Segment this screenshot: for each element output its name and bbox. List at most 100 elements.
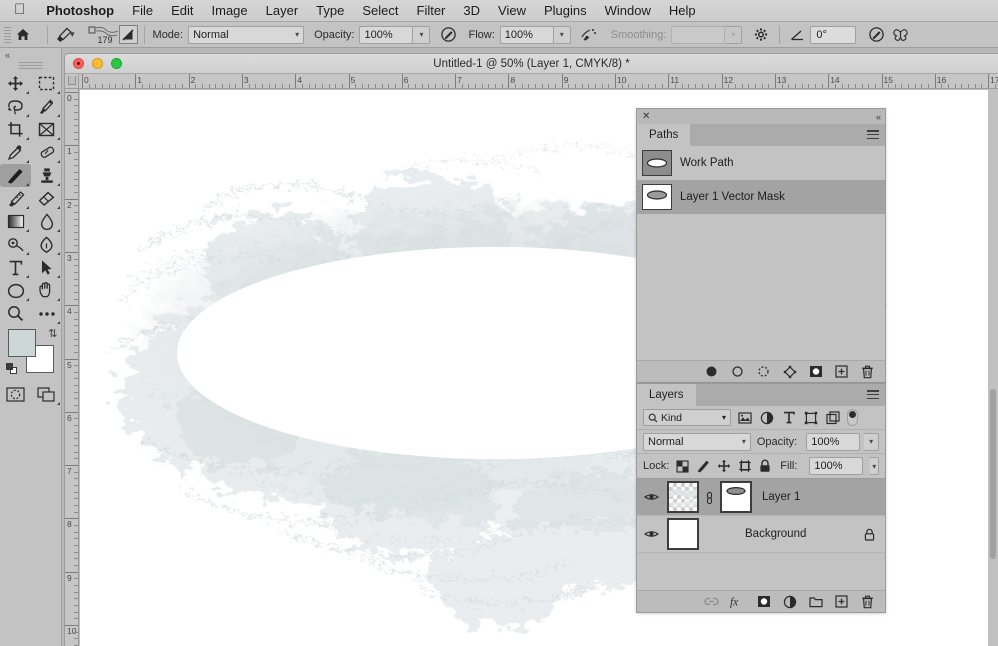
menu-item-file[interactable]: File <box>123 0 162 22</box>
layer-fill-field[interactable]: 100% <box>809 457 864 475</box>
frame-tool[interactable] <box>31 118 62 141</box>
make-work-path-from-selection-button[interactable] <box>782 364 797 379</box>
screen-mode-icon[interactable] <box>31 383 62 406</box>
menu-item-type[interactable]: Type <box>307 0 353 22</box>
smoothing-stepper[interactable]: ▾ <box>725 25 743 44</box>
ellipse-shape-tool[interactable] <box>0 279 31 302</box>
new-layer-button[interactable] <box>834 594 849 609</box>
path-row-layer-1-vector-mask[interactable]: Layer 1 Vector Mask <box>637 180 885 214</box>
menu-item-select[interactable]: Select <box>353 0 407 22</box>
delete-layer-button[interactable] <box>860 594 875 609</box>
foreground-color-swatch[interactable] <box>7 329 36 357</box>
horizontal-ruler[interactable]: 01234567891011121314151617 <box>79 74 998 89</box>
menu-item-plugins[interactable]: Plugins <box>535 0 596 22</box>
layer-blend-mode-select[interactable]: Normal ▾ <box>643 432 751 451</box>
type-tool[interactable] <box>0 256 31 279</box>
layer-visibility-toggle[interactable] <box>641 529 661 539</box>
vertical-scrollbar[interactable] <box>990 389 996 559</box>
load-path-as-selection-button[interactable] <box>756 364 771 379</box>
move-tool[interactable] <box>0 72 31 95</box>
edit-toolbar-tool[interactable] <box>31 302 62 325</box>
smoothing-field[interactable] <box>671 25 726 44</box>
layer-row-layer-1[interactable]: Layer 1 <box>637 479 885 516</box>
layer-style-button[interactable]: fx <box>730 594 745 609</box>
default-colors-icon[interactable] <box>5 363 18 375</box>
layer-mask-link-icon[interactable] <box>705 490 714 504</box>
brush-angle-icon[interactable] <box>786 24 810 46</box>
airbrush-icon[interactable] <box>577 24 601 46</box>
brush-tool[interactable] <box>0 164 31 187</box>
filter-type-layers-icon[interactable] <box>781 410 797 426</box>
layer-name[interactable]: Background <box>745 528 806 540</box>
panel-menu-icon[interactable] <box>867 390 879 399</box>
layer-row-background[interactable]: Background <box>637 516 885 553</box>
tab-layers[interactable]: Layers <box>637 384 696 406</box>
blend-mode-select[interactable]: Normal ▾ <box>188 25 305 44</box>
tab-paths[interactable]: Paths <box>637 124 691 146</box>
menu-item-help[interactable]: Help <box>660 0 705 22</box>
lock-position-icon[interactable] <box>717 458 731 474</box>
fill-path-button[interactable] <box>704 364 719 379</box>
filter-pixel-layers-icon[interactable] <box>737 410 753 426</box>
blur-tool[interactable] <box>31 210 62 233</box>
opacity-field[interactable]: 100% <box>359 25 414 44</box>
healing-brush-tool[interactable] <box>31 141 62 164</box>
add-layer-mask-button[interactable] <box>808 364 823 379</box>
apple-logo-icon[interactable]:  <box>14 2 25 17</box>
dodge-tool[interactable] <box>0 233 31 256</box>
rectangular-marquee-tool[interactable] <box>31 72 62 95</box>
layer-fill-stepper[interactable]: ▾ <box>870 457 879 475</box>
brush-size-chevron[interactable]: ▾ <box>70 22 75 48</box>
layer-thumbnail[interactable] <box>667 518 699 550</box>
new-group-button[interactable] <box>808 594 823 609</box>
lock-image-pixels-icon[interactable] <box>696 458 710 474</box>
add-layer-mask-button[interactable] <box>756 594 771 609</box>
smoothing-options-gear-icon[interactable] <box>749 24 773 46</box>
close-icon[interactable]: ✕ <box>642 111 650 122</box>
clone-stamp-tool[interactable] <box>31 164 62 187</box>
tools-panel-grip[interactable] <box>18 62 43 69</box>
layer-vector-mask-thumbnail[interactable] <box>720 481 752 513</box>
filter-shape-layers-icon[interactable] <box>803 410 819 426</box>
eyedropper-tool[interactable] <box>0 141 31 164</box>
path-selection-tool[interactable] <box>31 256 62 279</box>
menu-item-photoshop[interactable]: Photoshop <box>37 0 123 22</box>
brush-angle-field[interactable]: 0° <box>810 25 857 44</box>
crop-tool[interactable] <box>0 118 31 141</box>
menu-item-window[interactable]: Window <box>596 0 660 22</box>
menu-item-edit[interactable]: Edit <box>162 0 202 22</box>
swap-colors-icon[interactable]: ⇅ <box>48 327 57 340</box>
menu-item-view[interactable]: View <box>489 0 535 22</box>
layer-visibility-toggle[interactable] <box>641 492 661 502</box>
toggle-layer-filtering[interactable] <box>847 409 858 426</box>
stroke-path-button[interactable] <box>730 364 745 379</box>
layer-filter-kind-select[interactable]: Kind ▾ <box>643 409 731 426</box>
collapse-panel-icon[interactable]: « <box>5 50 10 60</box>
layer-thumbnail[interactable] <box>667 481 699 513</box>
gradient-tool[interactable] <box>0 210 31 233</box>
filter-smart-object-layers-icon[interactable] <box>825 410 841 426</box>
pressure-size-icon[interactable] <box>864 24 888 46</box>
flow-stepper[interactable]: ▾ <box>553 25 571 44</box>
history-brush-tool[interactable] <box>0 187 31 210</box>
new-adjustment-layer-button[interactable] <box>782 594 797 609</box>
options-bar-grip[interactable] <box>4 26 11 44</box>
quick-mask-mode-icon[interactable] <box>0 383 31 406</box>
menu-item-layer[interactable]: Layer <box>257 0 308 22</box>
pen-tool[interactable] <box>31 233 62 256</box>
path-row-work-path[interactable]: Work Path <box>637 146 885 180</box>
hand-tool[interactable] <box>31 279 62 302</box>
opacity-stepper[interactable]: ▾ <box>413 25 431 44</box>
layer-opacity-field[interactable]: 100% <box>806 432 861 451</box>
filter-adjustment-layers-icon[interactable] <box>759 410 775 426</box>
quick-selection-tool[interactable] <box>31 95 62 118</box>
delete-path-button[interactable] <box>860 364 875 379</box>
layer-name[interactable]: Layer 1 <box>762 491 800 503</box>
brush-settings-panel-icon[interactable] <box>118 22 138 48</box>
eraser-tool[interactable] <box>31 187 62 210</box>
lock-artboard-nesting-icon[interactable] <box>738 458 752 474</box>
flow-field[interactable]: 100% <box>499 25 554 44</box>
vertical-ruler[interactable]: 0 1 2 3 4 5 6 7 8 9 10 <box>65 89 79 646</box>
menu-item-3d[interactable]: 3D <box>454 0 489 22</box>
lasso-tool[interactable] <box>0 95 31 118</box>
